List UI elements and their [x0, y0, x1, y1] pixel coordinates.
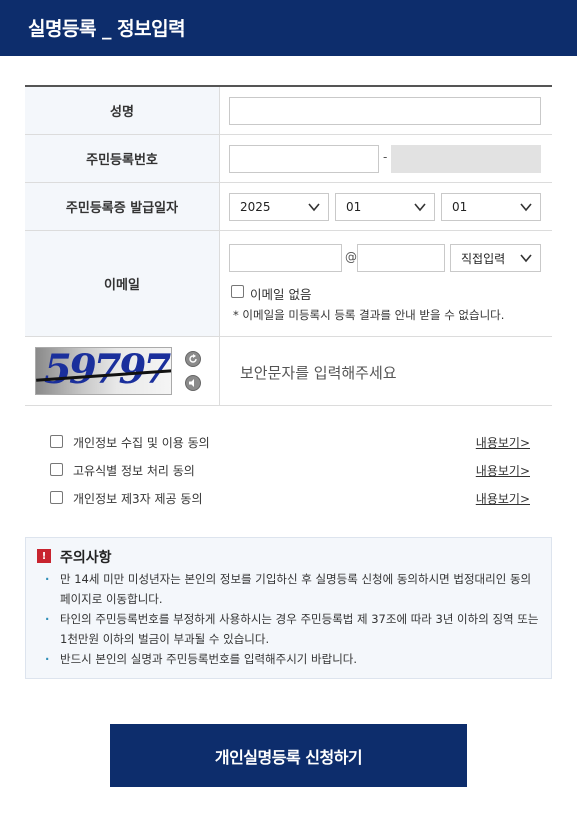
issue-day-select[interactable]: 01 [441, 193, 541, 221]
agreement-label: 개인정보 제3자 제공 동의 [73, 492, 203, 506]
submit-button[interactable]: 개인실명등록 신청하기 [110, 724, 467, 787]
issue-date-label: 주민등록증 발급일자 [25, 183, 220, 230]
notice-item: · 타인의 주민등록번호를 부정하게 사용하시는 경우 주민등록법 제 37조에 … [45, 612, 539, 646]
chevron-down-icon [414, 203, 426, 212]
agreement-item: 개인정보 수집 및 이용 동의 내용보기> [48, 432, 530, 452]
notice-title: 주의사항 [60, 550, 112, 566]
email-domain-input[interactable] [357, 244, 445, 272]
agreement-view-link[interactable]: 내용보기> [476, 490, 530, 507]
captcha-input[interactable]: 보안문자를 입력해주세요 [240, 362, 397, 383]
refresh-icon[interactable] [185, 351, 201, 367]
email-at-sign: @ [345, 250, 357, 264]
issue-month-value: 01 [346, 200, 362, 214]
email-label: 이메일 [25, 231, 220, 336]
agreement-label: 개인정보 수집 및 이용 동의 [73, 436, 210, 450]
agreement-item: 고유식별 정보 처리 동의 내용보기> [48, 460, 530, 480]
agreement-checkbox[interactable] [50, 491, 63, 504]
rrn-row: 주민등록번호 - [25, 135, 552, 183]
chevron-down-icon [308, 203, 320, 212]
rrn-back-input[interactable] [391, 145, 541, 173]
rrn-front-input[interactable] [229, 145, 379, 173]
issue-year-select[interactable]: 2025 [229, 193, 329, 221]
exclamation-icon: ! [37, 549, 51, 563]
notice-item: · 만 14세 미만 미성년자는 본인의 정보를 기입하신 후 실명등록 신청에 … [45, 572, 532, 606]
email-notice: * 이메일을 미등록시 등록 결과를 안내 받을 수 없습니다. [233, 308, 505, 322]
email-domain-select[interactable]: 직접입력 [450, 244, 541, 272]
notice-list: · 만 14세 미만 미성년자는 본인의 정보를 기입하신 후 실명등록 신청에 … [42, 570, 542, 671]
agreement-label: 고유식별 정보 처리 동의 [73, 464, 195, 478]
captcha-area: 59797 [25, 337, 220, 405]
issue-year-value: 2025 [240, 200, 271, 214]
page-title: 실명등록 _ 정보입력 [28, 18, 186, 40]
chevron-down-icon [520, 203, 532, 212]
rrn-separator: - [383, 150, 388, 164]
speaker-icon[interactable] [185, 375, 201, 391]
agreement-view-link[interactable]: 내용보기> [476, 462, 530, 479]
email-local-input[interactable] [229, 244, 342, 272]
captcha-row: 59797 보안문자를 입력해주세요 [25, 337, 552, 406]
no-email-checkbox[interactable] [231, 285, 244, 298]
issue-day-value: 01 [452, 200, 468, 214]
rrn-label: 주민등록번호 [25, 135, 220, 182]
no-email-label: 이메일 없음 [250, 287, 312, 302]
issue-date-row: 주민등록증 발급일자 2025 01 01 [25, 183, 552, 231]
email-domain-select-value: 직접입력 [461, 251, 506, 266]
registration-form: 성명 주민등록번호 - 주민등록증 발급일자 2025 01 01 이메일 @ … [25, 85, 552, 406]
agreement-checkbox[interactable] [50, 463, 63, 476]
chevron-down-icon [520, 254, 532, 263]
notice-item: · 반드시 본인의 실명과 주민등록번호를 입력해주시기 바랍니다. [45, 652, 358, 666]
name-input[interactable] [229, 97, 541, 125]
agreement-view-link[interactable]: 내용보기> [476, 434, 530, 451]
email-row: 이메일 @ 직접입력 이메일 없음 * 이메일을 미등록시 등록 결과를 안내 … [25, 231, 552, 337]
name-row: 성명 [25, 87, 552, 135]
captcha-image: 59797 [35, 347, 172, 395]
notice-box: ! 주의사항 · 만 14세 미만 미성년자는 본인의 정보를 기입하신 후 실명… [25, 537, 552, 679]
page-header: 실명등록 _ 정보입력 [0, 0, 577, 56]
agreement-checkbox[interactable] [50, 435, 63, 448]
issue-month-select[interactable]: 01 [335, 193, 435, 221]
name-label: 성명 [25, 87, 220, 134]
agreement-item: 개인정보 제3자 제공 동의 내용보기> [48, 488, 530, 508]
